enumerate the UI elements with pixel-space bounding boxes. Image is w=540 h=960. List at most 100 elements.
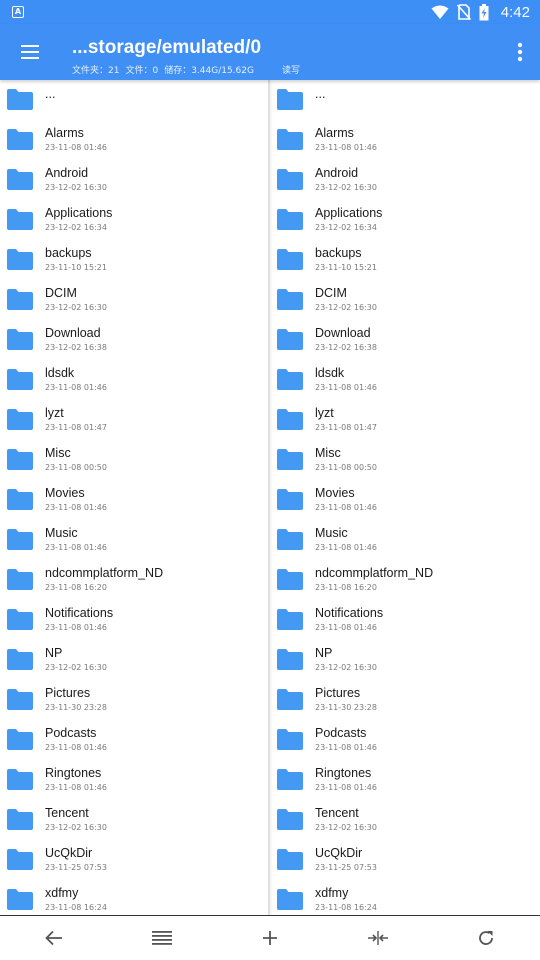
folder-list-item[interactable]: backups 23-11-10 15:21 [270,240,540,280]
folder-list-item[interactable]: xdfmy 23-11-08 16:24 [270,880,540,915]
folder-list-item[interactable]: Pictures 23-11-30 23:28 [270,680,540,720]
item-modified-date: 23-11-08 16:20 [315,583,377,592]
menu-button[interactable] [10,32,50,72]
folder-list-item[interactable]: ldsdk 23-11-08 01:46 [270,360,540,400]
folder-list-item[interactable]: Download 23-12-02 16:38 [270,320,540,360]
refresh-button[interactable] [432,916,540,960]
folder-list-item[interactable]: Podcasts 23-11-08 01:46 [0,720,268,760]
folder-list-item[interactable]: ndcommplatform_ND 23-11-08 16:20 [0,560,268,600]
overflow-menu-button[interactable] [508,32,532,72]
folder-list-item[interactable]: UcQkDir 23-11-25 07:53 [270,840,540,880]
folder-icon [7,649,33,670]
folder-list-item[interactable]: Alarms 23-11-08 01:46 [0,120,268,160]
folder-list-item[interactable]: ldsdk 23-11-08 01:46 [0,360,268,400]
folder-list-item[interactable]: Download 23-12-02 16:38 [0,320,268,360]
add-button[interactable] [216,916,324,960]
folder-icon [277,569,303,590]
folder-list-item[interactable]: Ringtones 23-11-08 01:46 [0,760,268,800]
right-pane[interactable]: ... Alarms 23-11-08 01:46 Android 23-12-02 1… [270,80,540,915]
current-path-title[interactable]: ...storage/emulated/0 [72,37,261,59]
folder-icon [7,609,33,630]
folder-list-item[interactable]: NP 23-12-02 16:30 [270,640,540,680]
folder-list-item[interactable]: ndcommplatform_ND 23-11-08 16:20 [270,560,540,600]
folder-list-item[interactable]: lyzt 23-11-08 01:47 [270,400,540,440]
item-modified-date: 23-11-08 01:46 [315,503,377,512]
no-sim-icon [456,4,471,20]
folder-icon [277,409,303,430]
folder-list-item[interactable]: Android 23-12-02 16:30 [270,160,540,200]
item-modified-date: 23-12-02 16:30 [45,823,107,832]
folder-list-item[interactable]: Applications 23-12-02 16:34 [0,200,268,240]
folder-list-item[interactable]: lyzt 23-11-08 01:47 [0,400,268,440]
item-modified-date: 23-11-08 01:46 [315,783,377,792]
folder-list-item[interactable]: Misc 23-11-08 00:50 [0,440,268,480]
item-name: UcQkDir [315,846,363,860]
folder-list-item[interactable]: xdfmy 23-11-08 16:24 [0,880,268,915]
folder-list-item[interactable]: Tencent 23-12-02 16:30 [0,800,268,840]
folder-list-item[interactable]: UcQkDir 23-11-25 07:53 [0,840,268,880]
folder-icon [277,889,303,910]
item-modified-date: 23-11-08 01:46 [315,543,377,552]
item-name: Pictures [315,686,361,700]
parent-directory-item[interactable]: ... [0,80,268,120]
folder-icon [7,89,33,110]
folder-list-item[interactable]: backups 23-11-10 15:21 [0,240,268,280]
folder-icon [277,649,303,670]
swap-panes-icon [368,931,388,945]
folder-list-item[interactable]: Alarms 23-11-08 01:46 [270,120,540,160]
item-modified-date: 23-12-02 16:30 [315,183,377,192]
folder-list-item[interactable]: Movies 23-11-08 01:46 [270,480,540,520]
folder-list-item[interactable]: DCIM 23-12-02 16:30 [0,280,268,320]
folder-list-item[interactable]: Misc 23-11-08 00:50 [270,440,540,480]
left-pane[interactable]: ... Alarms 23-11-08 01:46 Android 23-12-02 1… [0,80,268,915]
item-modified-date: 23-11-08 01:46 [315,623,377,632]
folder-list-item[interactable]: Android 23-12-02 16:30 [0,160,268,200]
bottom-toolbar [0,915,540,960]
folder-icon [277,369,303,390]
item-name: DCIM [315,286,347,300]
item-name: Podcasts [45,726,97,740]
item-modified-date: 23-11-08 01:47 [45,423,107,432]
folder-list-item[interactable]: Pictures 23-11-30 23:28 [0,680,268,720]
folder-list-item[interactable]: Notifications 23-11-08 01:46 [0,600,268,640]
folder-list-item[interactable]: Ringtones 23-11-08 01:46 [270,760,540,800]
item-modified-date: 23-12-02 16:30 [45,663,107,672]
select-list-button[interactable] [108,916,216,960]
item-name: Misc [315,446,341,460]
folder-icon [277,249,303,270]
folder-icon [7,809,33,830]
folder-icon [7,769,33,790]
list-menu-icon [152,931,172,945]
folder-icon [277,329,303,350]
item-name: Alarms [315,126,354,140]
item-modified-date: 23-11-08 16:24 [45,903,107,912]
folder-list-item[interactable]: Notifications 23-11-08 01:46 [270,600,540,640]
item-name: Notifications [315,606,384,620]
parent-directory-item[interactable]: ... [270,80,540,120]
folder-icon [277,809,303,830]
folder-list-item[interactable]: Music 23-11-08 01:46 [0,520,268,560]
folder-count: 文件夹：21 [72,66,120,76]
folder-icon [7,409,33,430]
item-name: Tencent [315,806,359,820]
back-button[interactable] [0,916,108,960]
app-bar: ...storage/emulated/0 文件夹：21 文件：0 储存：3.4… [0,24,540,80]
item-name: ... [315,87,326,101]
folder-list-item[interactable]: Movies 23-11-08 01:46 [0,480,268,520]
refresh-icon [479,931,493,945]
folder-list-item[interactable]: NP 23-12-02 16:30 [0,640,268,680]
item-modified-date: 23-12-02 16:30 [45,303,107,312]
folder-icon [277,689,303,710]
folder-list-item[interactable]: Tencent 23-12-02 16:30 [270,800,540,840]
folder-icon [277,729,303,750]
item-name: ldsdk [315,366,345,380]
folder-list-item[interactable]: Music 23-11-08 01:46 [270,520,540,560]
folder-list-item[interactable]: Podcasts 23-11-08 01:46 [270,720,540,760]
folder-icon [277,609,303,630]
battery-charging-icon [479,3,489,20]
folder-list-item[interactable]: DCIM 23-12-02 16:30 [270,280,540,320]
folder-icon [7,729,33,750]
swap-panes-button[interactable] [324,916,432,960]
item-modified-date: 23-11-08 01:47 [315,423,377,432]
folder-list-item[interactable]: Applications 23-12-02 16:34 [270,200,540,240]
